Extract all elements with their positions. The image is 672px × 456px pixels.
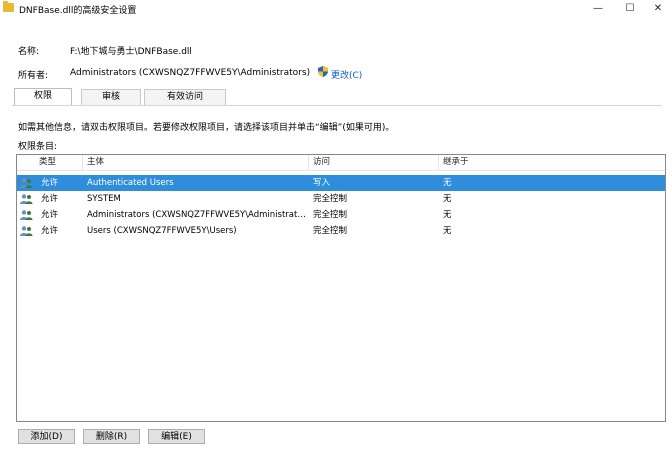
add-button[interactable]: 添加(D) bbox=[18, 429, 75, 444]
row-inherited: 无 bbox=[443, 178, 452, 188]
table-header: 类型 主体 访问 继承于 bbox=[17, 155, 665, 171]
column-header-type[interactable]: 类型 bbox=[35, 155, 83, 170]
tab-divider bbox=[12, 105, 662, 106]
users-icon bbox=[20, 210, 33, 220]
row-principal: Authenticated Users bbox=[87, 178, 174, 188]
close-button[interactable]: ✕ bbox=[644, 0, 672, 17]
tab-auditing[interactable]: 审核 bbox=[81, 89, 141, 105]
tab-permissions[interactable]: 权限 bbox=[14, 88, 72, 106]
shield-icon bbox=[318, 66, 328, 77]
row-type: 允许 bbox=[41, 210, 59, 220]
row-principal: Administrators (CXWSNQZ7FFWVE5Y\Administ… bbox=[87, 210, 309, 220]
table-row[interactable]: 允许 Administrators (CXWSNQZ7FFWVE5Y\Admin… bbox=[17, 207, 665, 223]
folder-icon bbox=[3, 1, 14, 12]
title-bar: DNFBase.dll的高级安全设置 — ☐ ✕ bbox=[0, 0, 672, 17]
permission-entries-table[interactable]: 类型 主体 访问 继承于 允许 Authenticated Users 写入 无… bbox=[16, 154, 666, 422]
owner-label: 所有者: bbox=[18, 71, 49, 81]
row-access: 完全控制 bbox=[313, 194, 348, 204]
column-header-inherited[interactable]: 继承于 bbox=[439, 155, 665, 170]
row-type: 允许 bbox=[41, 194, 59, 204]
info-text: 如需其他信息，请双击权限项目。若要修改权限项目，请选择该项目并单击“编辑”(如果… bbox=[18, 123, 395, 133]
change-owner-link[interactable]: 更改(C) bbox=[331, 68, 362, 81]
row-type: 允许 bbox=[41, 178, 59, 188]
name-label: 名称: bbox=[18, 47, 40, 57]
table-row[interactable]: 允许 Users (CXWSNQZ7FFWVE5Y\Users) 完全控制 无 bbox=[17, 223, 665, 239]
users-icon bbox=[20, 178, 33, 188]
name-value: F:\地下城与勇士\DNFBase.dll bbox=[70, 47, 192, 57]
permission-entries-label: 权限条目: bbox=[18, 142, 58, 152]
table-row[interactable]: 允许 Authenticated Users 写入 无 bbox=[17, 175, 665, 191]
minimize-button[interactable]: — bbox=[584, 0, 612, 17]
edit-button[interactable]: 编辑(E) bbox=[148, 429, 205, 444]
window-title: DNFBase.dll的高级安全设置 bbox=[19, 6, 137, 16]
column-header-principal[interactable]: 主体 bbox=[83, 155, 309, 170]
row-principal: Users (CXWSNQZ7FFWVE5Y\Users) bbox=[87, 226, 237, 236]
row-access: 完全控制 bbox=[313, 226, 348, 236]
row-inherited: 无 bbox=[443, 194, 452, 204]
remove-button[interactable]: 删除(R) bbox=[83, 429, 140, 444]
tab-effective-access[interactable]: 有效访问 bbox=[144, 89, 226, 105]
row-inherited: 无 bbox=[443, 210, 452, 220]
owner-value: Administrators (CXWSNQZ7FFWVE5Y\Administ… bbox=[70, 68, 311, 78]
users-icon bbox=[20, 194, 33, 204]
table-row[interactable]: 允许 SYSTEM 完全控制 无 bbox=[17, 191, 665, 207]
row-access: 完全控制 bbox=[313, 210, 348, 220]
column-header-access[interactable]: 访问 bbox=[309, 155, 439, 170]
row-principal: SYSTEM bbox=[87, 194, 121, 204]
row-type: 允许 bbox=[41, 226, 59, 236]
row-access: 写入 bbox=[313, 178, 331, 188]
row-inherited: 无 bbox=[443, 226, 452, 236]
maximize-button[interactable]: ☐ bbox=[616, 0, 644, 17]
users-icon bbox=[20, 226, 33, 236]
